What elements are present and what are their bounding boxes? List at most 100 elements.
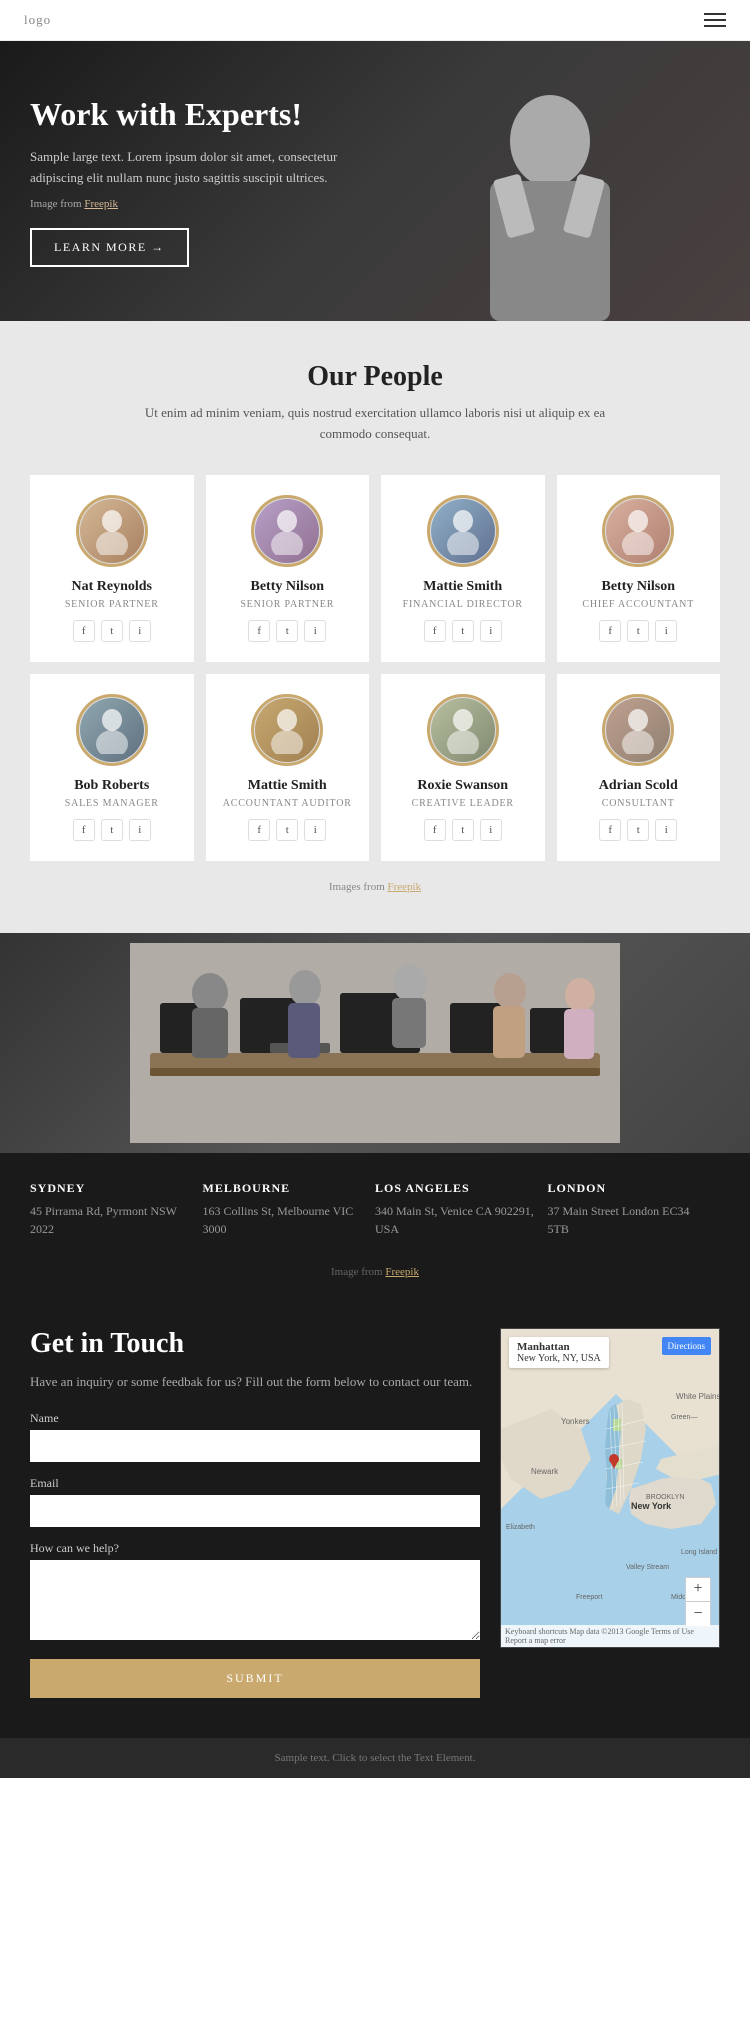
hero-text: Sample large text. Lorem ipsum dolor sit… (30, 147, 350, 189)
learn-more-button[interactable]: LEARN MORE → (30, 228, 189, 267)
svg-text:BROOKLYN: BROOKLYN (646, 1494, 684, 1501)
map-label: Manhattan New York, NY, USA (509, 1337, 609, 1368)
map-directions-button[interactable]: Directions (662, 1337, 712, 1355)
twitter-icon[interactable]: t (452, 620, 474, 642)
instagram-icon[interactable]: i (304, 620, 326, 642)
avatar (606, 698, 670, 762)
office-address: 340 Main St, Venice CA 902291, USA (375, 1202, 538, 1238)
svg-text:Elizabeth: Elizabeth (506, 1524, 535, 1531)
footer-text: Sample text. Click to select the Text El… (14, 1752, 736, 1764)
twitter-icon[interactable]: t (627, 620, 649, 642)
svg-text:Green—: Green— (671, 1414, 697, 1421)
avatar-ring (76, 694, 148, 766)
facebook-icon[interactable]: f (73, 819, 95, 841)
map-zoom-controls[interactable]: + − (685, 1577, 711, 1627)
avatar (255, 499, 319, 563)
zoom-in-button[interactable]: + (686, 1578, 710, 1602)
avatar-ring (602, 495, 674, 567)
office-freepik: Image from Freepik (0, 1266, 750, 1298)
avatar-ring (427, 694, 499, 766)
twitter-icon[interactable]: t (276, 620, 298, 642)
social-icons: f t i (248, 620, 326, 642)
instagram-icon[interactable]: i (655, 620, 677, 642)
people-freepik-link[interactable]: Freepik (388, 881, 422, 893)
twitter-icon[interactable]: t (627, 819, 649, 841)
instagram-icon[interactable]: i (129, 819, 151, 841)
people-freepik: Images from Freepik (30, 881, 720, 893)
twitter-icon[interactable]: t (276, 819, 298, 841)
svg-text:Valley Stream: Valley Stream (626, 1564, 669, 1571)
map[interactable]: Yonkers Newark Elizabeth New York BROOKL… (500, 1328, 720, 1648)
instagram-icon[interactable]: i (655, 819, 677, 841)
hero-freepik: Image from Freepik (30, 198, 350, 210)
person-name: Betty Nilson (251, 579, 325, 595)
email-label: Email (30, 1476, 480, 1491)
office-city: LOS ANGELES (375, 1181, 538, 1196)
svg-text:New York: New York (631, 1501, 672, 1511)
facebook-icon[interactable]: f (424, 819, 446, 841)
contact-subtitle: Have an inquiry or some feedbak for us? … (30, 1372, 480, 1392)
office-address: 37 Main Street London EC34 5TB (548, 1202, 711, 1238)
person-name: Nat Reynolds (71, 579, 152, 595)
social-icons: f t i (73, 620, 151, 642)
office-location: LOS ANGELES 340 Main St, Venice CA 90229… (375, 1181, 548, 1238)
contact-title: Get in Touch (30, 1328, 480, 1360)
name-input[interactable] (30, 1430, 480, 1462)
facebook-icon[interactable]: f (424, 620, 446, 642)
avatar (606, 499, 670, 563)
facebook-icon[interactable]: f (599, 819, 621, 841)
hero-title: Work with Experts! (30, 95, 350, 133)
office-location: LONDON 37 Main Street London EC34 5TB (548, 1181, 721, 1238)
avatar (431, 499, 495, 563)
people-section: Our People Ut enim ad minim veniam, quis… (0, 321, 750, 933)
instagram-icon[interactable]: i (480, 620, 502, 642)
avatar-ring (76, 495, 148, 567)
office-city: MELBOURNE (203, 1181, 366, 1196)
person-card: Betty Nilson CHIEF ACCOUNTANT f t i (557, 475, 721, 662)
twitter-icon[interactable]: t (452, 819, 474, 841)
facebook-icon[interactable]: f (73, 620, 95, 642)
hero-section: Work with Experts! Sample large text. Lo… (0, 41, 750, 321)
person-name: Mattie Smith (248, 778, 327, 794)
hero-person-svg (430, 41, 670, 321)
instagram-icon[interactable]: i (304, 819, 326, 841)
facebook-icon[interactable]: f (248, 620, 270, 642)
email-input[interactable] (30, 1495, 480, 1527)
help-label: How can we help? (30, 1541, 480, 1556)
facebook-icon[interactable]: f (248, 819, 270, 841)
office-freepik-link[interactable]: Freepik (385, 1266, 419, 1278)
person-role: FINANCIAL DIRECTOR (403, 599, 523, 610)
person-role: SENIOR PARTNER (65, 599, 159, 610)
office-image (0, 933, 750, 1153)
person-card: Adrian Scold CONSULTANT f t i (557, 674, 721, 861)
hamburger-menu[interactable] (704, 13, 726, 27)
map-footer: Keyboard shortcuts Map data ©2013 Google… (501, 1625, 719, 1647)
map-container: Yonkers Newark Elizabeth New York BROOKL… (500, 1328, 720, 1699)
person-role: ACCOUNTANT AUDITOR (223, 798, 352, 809)
social-icons: f t i (599, 620, 677, 642)
twitter-icon[interactable]: t (101, 819, 123, 841)
person-card: Nat Reynolds SENIOR PARTNER f t i (30, 475, 194, 662)
avatar (80, 499, 144, 563)
office-city: SYDNEY (30, 1181, 193, 1196)
submit-button[interactable]: SUBMIT (30, 1659, 480, 1698)
person-card: Roxie Swanson CREATIVE LEADER f t i (381, 674, 545, 861)
person-role: CREATIVE LEADER (412, 798, 514, 809)
svg-text:Yonkers: Yonkers (561, 1417, 590, 1426)
person-card: Mattie Smith FINANCIAL DIRECTOR f t i (381, 475, 545, 662)
avatar (80, 698, 144, 762)
offices-section: SYDNEY 45 Pirrama Rd, Pyrmont NSW 2022 M… (0, 933, 750, 1298)
office-locations: SYDNEY 45 Pirrama Rd, Pyrmont NSW 2022 M… (0, 1153, 750, 1266)
person-card: Mattie Smith ACCOUNTANT AUDITOR f t i (206, 674, 370, 861)
office-location: MELBOURNE 163 Collins St, Melbourne VIC … (203, 1181, 376, 1238)
facebook-icon[interactable]: f (599, 620, 621, 642)
zoom-out-button[interactable]: − (686, 1602, 710, 1626)
avatar-ring (427, 495, 499, 567)
instagram-icon[interactable]: i (129, 620, 151, 642)
name-label: Name (30, 1411, 480, 1426)
office-scene-svg (130, 943, 620, 1143)
freepik-link[interactable]: Freepik (84, 198, 118, 210)
instagram-icon[interactable]: i (480, 819, 502, 841)
twitter-icon[interactable]: t (101, 620, 123, 642)
message-textarea[interactable] (30, 1560, 480, 1640)
